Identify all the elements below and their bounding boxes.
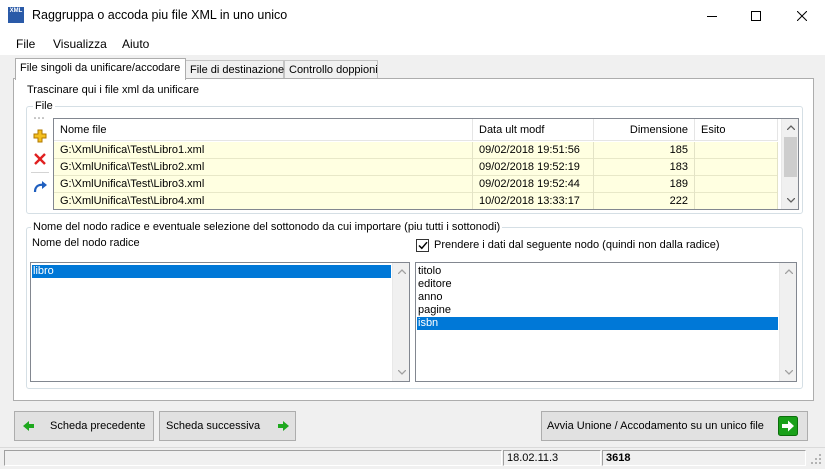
checkmark-icon	[417, 241, 428, 250]
chevron-up-icon	[784, 269, 793, 274]
menu-file[interactable]: File	[16, 37, 35, 51]
column-header-data[interactable]: Data ult modf	[473, 119, 594, 141]
minimize-icon	[707, 15, 717, 17]
column-header-esito[interactable]: Esito	[695, 119, 778, 141]
grid-scrollbar[interactable]	[781, 119, 798, 209]
list-item-pagine[interactable]: pagine	[417, 304, 451, 317]
status-version: 18.02.11.3	[503, 450, 601, 466]
list-item-isbn[interactable]: isbn	[417, 317, 778, 330]
add-file-button[interactable]	[31, 127, 49, 145]
chevron-down-icon	[786, 198, 795, 203]
root-node-list[interactable]: libro	[30, 262, 410, 382]
cell-date: 09/02/2018 19:52:44	[473, 176, 594, 193]
cell-result	[695, 193, 778, 209]
arrow-left-icon	[23, 421, 34, 431]
list-item-anno[interactable]: anno	[417, 291, 442, 304]
app-icon: XML	[8, 7, 24, 23]
resize-grip-icon	[811, 454, 821, 464]
tab-file-singoli[interactable]: File singoli da unificare/accodare	[15, 58, 186, 80]
previous-tab-label: Scheda precedente	[50, 420, 146, 432]
scroll-thumb[interactable]	[784, 137, 797, 177]
close-icon	[797, 10, 807, 21]
list-item-editore[interactable]: editore	[417, 278, 452, 291]
close-button[interactable]	[779, 0, 825, 31]
drop-instruction: Trascinare qui i file xml da unificare	[27, 84, 199, 96]
grip-icon	[34, 117, 44, 119]
column-header-dimensione[interactable]: Dimensione	[594, 119, 695, 141]
files-grid[interactable]: Nome file Data ult modf Dimensione Esito…	[53, 118, 799, 210]
next-tab-label: Scheda successiva	[166, 420, 261, 432]
list-item-libro[interactable]: libro	[32, 265, 391, 278]
cell-name: G:\XmlUnifica\Test\Libro4.xml	[54, 193, 473, 209]
table-row[interactable]: G:\XmlUnifica\Test\Libro4.xml 10/02/2018…	[54, 193, 778, 209]
node-group-label: Nome del nodo radice e eventuale selezio…	[31, 221, 503, 233]
cell-result	[695, 176, 778, 193]
toolbar-grip	[31, 114, 49, 122]
cell-size: 189	[594, 176, 695, 193]
maximize-icon	[751, 10, 761, 21]
chevron-down-icon	[784, 370, 793, 375]
scroll-down-arrow[interactable]	[782, 192, 798, 209]
arrow-right-icon	[278, 421, 290, 431]
scroll-down-arrow[interactable]	[780, 364, 796, 381]
cell-date: 09/02/2018 19:52:19	[473, 159, 594, 176]
resize-grip[interactable]	[810, 453, 822, 468]
scroll-up-arrow[interactable]	[780, 263, 796, 280]
cell-date: 09/02/2018 19:51:56	[473, 142, 594, 159]
column-header-nome-file[interactable]: Nome file	[54, 119, 473, 141]
cell-name: G:\XmlUnifica\Test\Libro1.xml	[54, 142, 473, 159]
table-row[interactable]: G:\XmlUnifica\Test\Libro2.xml 09/02/2018…	[54, 159, 778, 176]
root-list-scrollbar[interactable]	[392, 263, 409, 381]
chevron-down-icon	[397, 370, 406, 375]
subnode-checkbox-label[interactable]: Prendere i dati dal seguente nodo (quind…	[434, 239, 720, 251]
go-arrow-icon	[777, 416, 798, 436]
root-node-label: Nome del nodo radice	[32, 237, 140, 249]
subnode-checkbox[interactable]	[416, 239, 429, 252]
previous-tab-button[interactable]: Scheda precedente	[14, 411, 154, 441]
toolbar-separator	[31, 172, 49, 173]
next-tab-button[interactable]: Scheda successiva	[159, 411, 296, 441]
files-group-label: File	[33, 100, 55, 112]
cell-size: 185	[594, 142, 695, 159]
start-merge-label: Avvia Unione / Accodamento su un unico f…	[547, 420, 764, 432]
table-row[interactable]: G:\XmlUnifica\Test\Libro3.xml 09/02/2018…	[54, 176, 778, 193]
scroll-up-arrow[interactable]	[782, 119, 798, 136]
chevron-up-icon	[786, 125, 795, 130]
maximize-button[interactable]	[733, 0, 779, 31]
cell-date: 10/02/2018 13:33:17	[473, 193, 594, 209]
start-merge-button[interactable]: Avvia Unione / Accodamento su un unico f…	[541, 411, 808, 441]
subnode-list-scrollbar[interactable]	[779, 263, 796, 381]
subnode-list[interactable]: titolo editore anno pagine isbn	[415, 262, 797, 382]
tab-file-destinazione[interactable]: File di destinazione	[185, 60, 284, 79]
cell-size: 222	[594, 193, 695, 209]
plus-icon	[33, 129, 47, 143]
remove-file-button[interactable]	[31, 150, 49, 168]
cell-name: G:\XmlUnifica\Test\Libro3.xml	[54, 176, 473, 193]
cell-name: G:\XmlUnifica\Test\Libro2.xml	[54, 159, 473, 176]
tab-controllo-doppioni[interactable]: Controllo doppioni	[284, 60, 378, 79]
window-title: Raggruppa o accoda piu file XML in uno u…	[32, 8, 288, 22]
cell-result	[695, 142, 778, 159]
cell-size: 183	[594, 159, 695, 176]
status-panel-main	[4, 450, 502, 466]
chevron-up-icon	[397, 269, 406, 274]
list-item-titolo[interactable]: titolo	[417, 265, 441, 278]
scroll-up-arrow[interactable]	[393, 263, 409, 280]
cell-result	[695, 159, 778, 176]
refresh-button[interactable]	[31, 178, 49, 196]
redo-arrow-icon	[33, 181, 47, 193]
scroll-down-arrow[interactable]	[393, 364, 409, 381]
table-row[interactable]: G:\XmlUnifica\Test\Libro1.xml 09/02/2018…	[54, 142, 778, 159]
menu-aiuto[interactable]: Aiuto	[122, 37, 149, 51]
menu-visualizza[interactable]: Visualizza	[53, 37, 107, 51]
delete-x-icon	[34, 153, 46, 165]
minimize-button[interactable]	[689, 0, 735, 31]
status-count: 3618	[602, 450, 806, 466]
grid-header: Nome file Data ult modf Dimensione Esito	[54, 119, 778, 141]
